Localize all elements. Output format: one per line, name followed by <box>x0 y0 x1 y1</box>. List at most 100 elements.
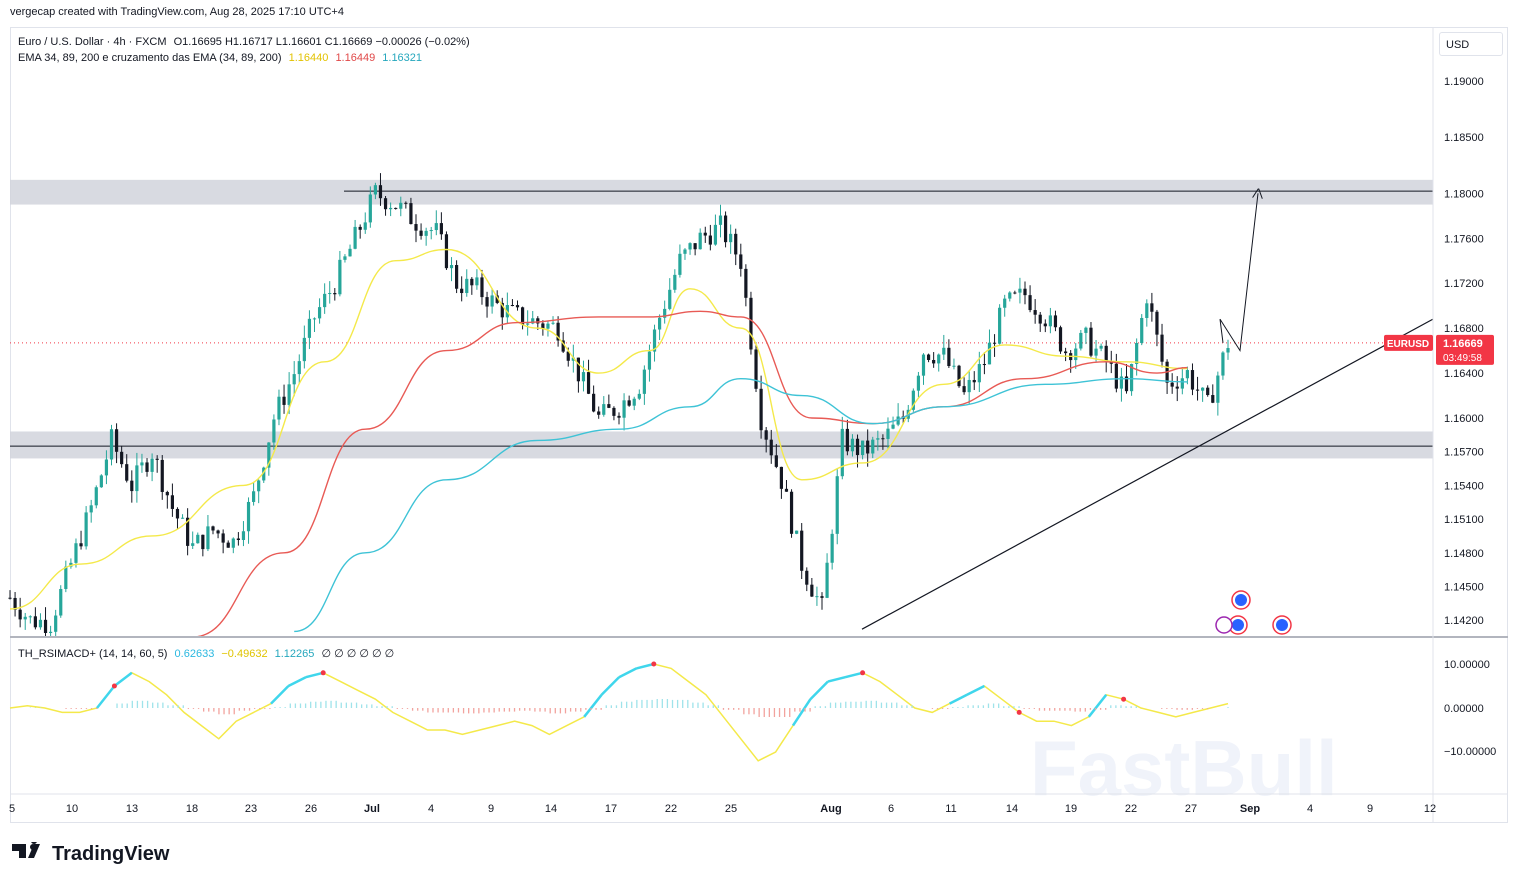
candle-body <box>317 307 322 319</box>
osc-value-3: 1.12265 <box>274 648 315 660</box>
candle-body <box>526 323 530 325</box>
price-tick-label: 1.14500 <box>1444 582 1484 594</box>
oscillator-rising-segment <box>1087 694 1108 718</box>
candle-body <box>135 465 139 492</box>
candle-body <box>693 243 697 250</box>
time-tick-label: 14 <box>1006 803 1018 815</box>
ema-legend[interactable]: EMA 34, 89, 200 e cruzamento das EMA (34… <box>18 52 426 64</box>
candle-body <box>485 297 489 307</box>
candle-body <box>328 293 332 295</box>
candle-body <box>972 379 976 383</box>
candle-body <box>825 562 829 598</box>
candle-body <box>1170 382 1174 387</box>
candle-body <box>992 342 997 344</box>
candle-body <box>114 429 119 452</box>
time-tick-label: 19 <box>1065 803 1077 815</box>
candle-body <box>1038 314 1042 324</box>
drawings-layer <box>861 193 1434 635</box>
candle-body <box>160 459 164 492</box>
candle-body <box>942 347 946 355</box>
candle-body <box>54 615 58 632</box>
oscillator-legend[interactable]: TH_RSIMACD+ (14, 14, 60, 5) 0.62633 −0.4… <box>18 647 398 660</box>
candle-body <box>744 268 748 298</box>
candle-body <box>1206 387 1210 396</box>
candle-body <box>358 226 362 230</box>
candle-body <box>449 265 454 269</box>
time-tick-label: 26 <box>305 803 317 815</box>
candle-body <box>1033 310 1037 315</box>
candle-body <box>333 293 337 295</box>
osc-extras: ∅ ∅ ∅ ∅ ∅ ∅ <box>321 648 395 660</box>
candle-body <box>353 226 357 249</box>
candle-body <box>764 430 768 440</box>
candle-body <box>241 531 246 540</box>
price-tick-label: 1.15700 <box>1444 447 1484 459</box>
candle-body <box>515 305 520 308</box>
candle-body <box>206 526 210 550</box>
candle-body <box>272 419 276 443</box>
oscillator-rising-segment <box>287 676 307 688</box>
osc-value-1: 0.62633 <box>174 648 215 660</box>
candle-body <box>246 501 251 532</box>
currency-selector[interactable]: USD <box>1439 32 1503 56</box>
candle-body <box>962 386 966 393</box>
time-tick-label: 22 <box>1125 803 1137 815</box>
oscillator-rising-segment <box>844 671 863 679</box>
candle-body <box>145 462 149 472</box>
candle-body <box>302 337 306 362</box>
candle-body <box>982 364 986 366</box>
signal-dot <box>1016 709 1022 715</box>
candle-body <box>861 440 865 456</box>
candle-body <box>404 202 408 204</box>
chart-svg[interactable]: FastBull 1.190001.185001.180001.176001.1… <box>0 0 1518 883</box>
candle-body <box>424 230 428 236</box>
candle-body <box>312 318 317 320</box>
candle-body <box>368 194 372 223</box>
price-tick-label: 1.15400 <box>1444 480 1484 492</box>
event-marker-core <box>1235 594 1247 606</box>
price-tick-label: 1.18500 <box>1444 132 1484 144</box>
candle-body <box>871 439 875 454</box>
candle-body <box>891 424 895 429</box>
ema89-value: 1.16449 <box>335 52 376 64</box>
time-tick-label: 14 <box>545 803 557 815</box>
tradingview-brand: TradingView <box>52 842 170 865</box>
candle-body <box>637 393 641 399</box>
candle-body <box>1226 348 1230 353</box>
time-tick-label: 4 <box>1307 803 1313 815</box>
candle-body <box>434 223 438 231</box>
candle-body <box>1043 323 1047 327</box>
price-tick-label: 1.14800 <box>1444 548 1484 560</box>
tradingview-logo[interactable]: TradingView <box>12 838 170 866</box>
candle-body <box>607 404 611 408</box>
time-tick-label: 22 <box>665 803 677 815</box>
candle-body <box>429 230 433 232</box>
candle-body <box>952 365 956 367</box>
time-tick-label: 11 <box>945 803 956 815</box>
candle-body <box>79 543 83 547</box>
candle-body <box>886 428 890 439</box>
symbol-label[interactable]: Euro / U.S. Dollar · 4h · FXCM <box>18 36 167 48</box>
candle-body <box>673 274 677 290</box>
oscillator-tick-label: 0.00000 <box>1444 703 1484 715</box>
candle-body <box>307 318 312 338</box>
ema34-value: 1.16440 <box>288 52 329 64</box>
event-marker-core <box>1232 619 1244 631</box>
candle-body <box>769 439 773 456</box>
candle-body <box>815 596 819 598</box>
candle-body <box>510 305 515 307</box>
candle-body <box>658 317 662 330</box>
candle-body <box>937 354 941 364</box>
candle-body <box>850 438 855 452</box>
candle-body <box>1099 345 1103 349</box>
oscillator-layer: FastBull <box>9 661 1338 812</box>
candle-body <box>734 233 738 255</box>
candle-body <box>1140 317 1144 344</box>
candle-body <box>165 491 169 496</box>
candle-body <box>1094 348 1098 356</box>
candle-body <box>688 243 692 250</box>
candle-body <box>1053 315 1058 328</box>
candle-body <box>830 533 834 563</box>
candle-body <box>1074 348 1078 361</box>
time-tick-label: 4 <box>428 803 434 815</box>
